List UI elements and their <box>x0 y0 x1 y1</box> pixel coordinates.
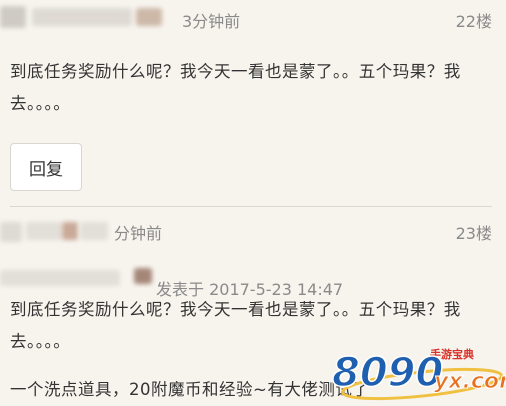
username-blurred-accent <box>62 222 78 240</box>
post-content: 到底任务奖励什么呢？我今天一看也是蒙了。。五个玛果？我 去。。。。 <box>10 56 496 120</box>
site-logo: 手游宝典 8090 yx.com <box>331 347 506 401</box>
username-blurred[interactable] <box>26 222 62 240</box>
post-time: 分钟前 <box>114 224 163 243</box>
post-content-line: 到底任务奖励什么呢？我今天一看也是蒙了。。五个玛果？我 <box>10 62 461 81</box>
username-blurred <box>80 222 108 240</box>
post-time: 3分钟前 <box>182 12 241 31</box>
quote-author-avatar <box>134 268 152 284</box>
logo-brand: 8090 <box>332 350 443 396</box>
logo-domain: yx.com <box>434 369 506 394</box>
floor-number: 23楼 <box>455 224 492 243</box>
avatar[interactable] <box>0 6 26 28</box>
username-blurred-accent <box>136 8 162 26</box>
post-content-line: 去。。。。 <box>10 94 71 113</box>
reply-button[interactable]: 回复 <box>10 143 82 191</box>
quote-author-blurred <box>0 270 120 286</box>
divider <box>10 206 492 207</box>
floor-number: 22楼 <box>455 12 492 31</box>
quote-content-line: 到底任务奖励什么呢？我今天一看也是蒙了。。五个玛果？我 <box>10 300 461 319</box>
avatar[interactable] <box>0 222 22 242</box>
username-blurred[interactable] <box>32 8 132 26</box>
